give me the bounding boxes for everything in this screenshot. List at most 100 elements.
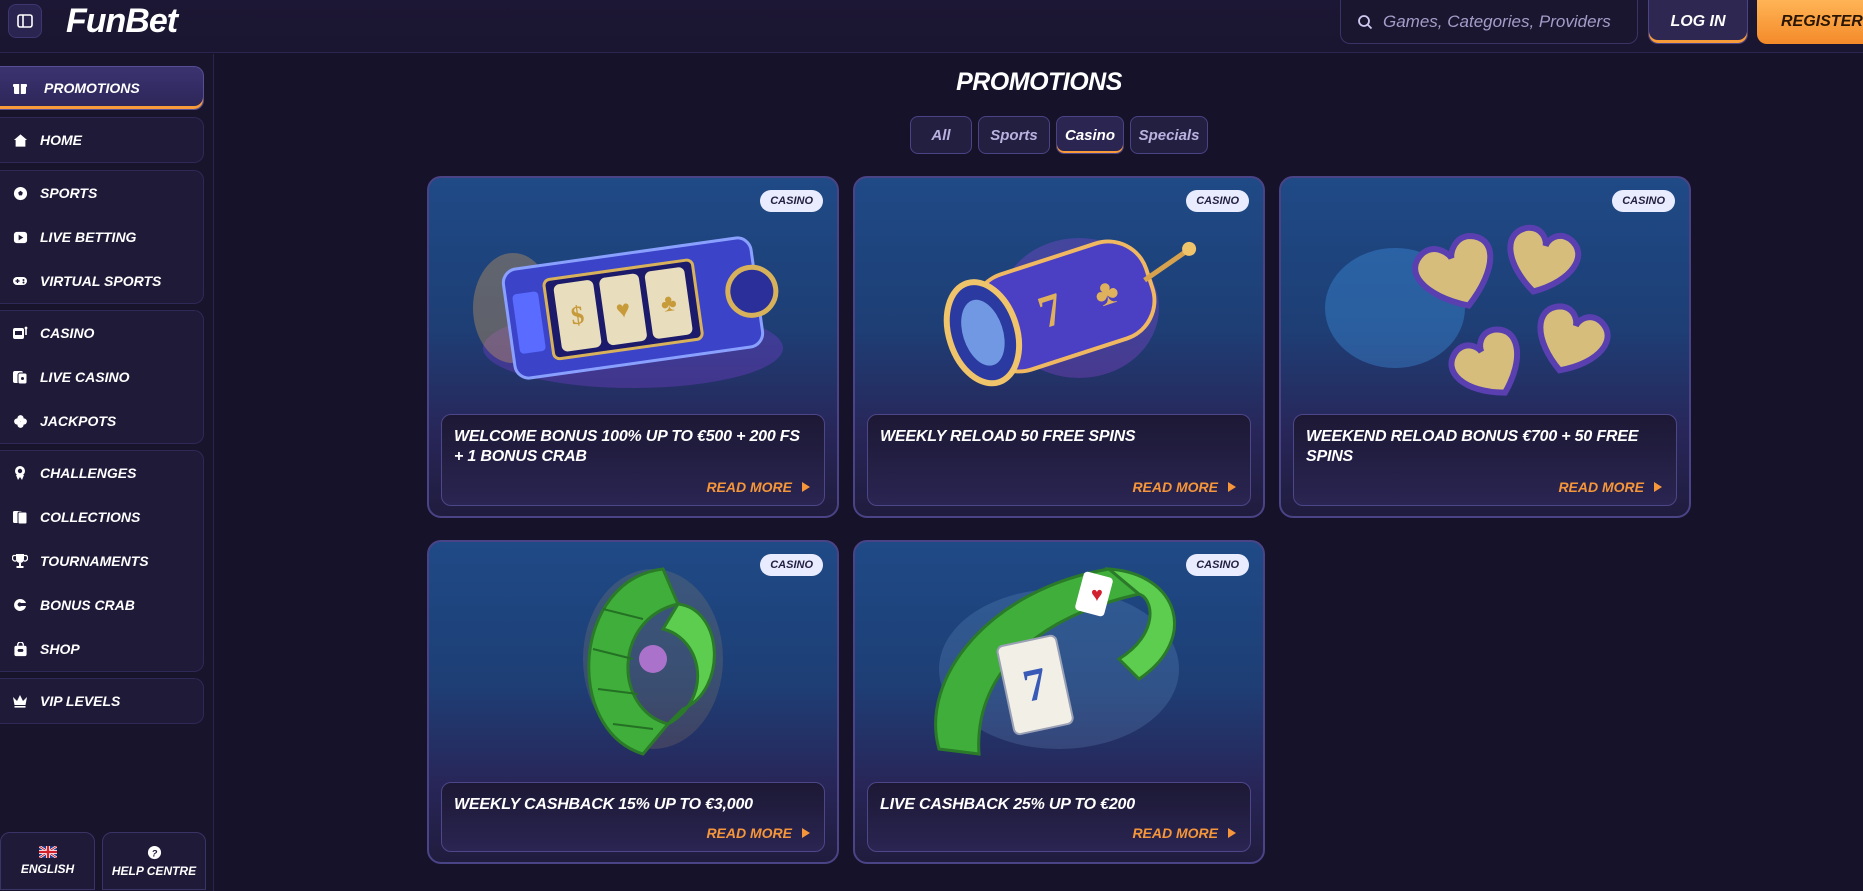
arrow-right-icon xyxy=(802,828,810,838)
trophy-icon xyxy=(12,553,28,569)
search-icon xyxy=(1358,14,1373,29)
gamepad-icon xyxy=(12,273,28,289)
promo-card[interactable]: 7 ♥ CASINO LIVE CASHBACK 25% UP TO €200 … xyxy=(853,540,1265,864)
promo-title: WEEKLY RELOAD 50 FREE SPINS xyxy=(880,428,1136,445)
sidebar-item-collections[interactable]: COLLECTIONS xyxy=(0,495,203,539)
read-more-link[interactable]: READ MORE xyxy=(1558,479,1662,495)
promo-card[interactable]: CASINO WEEKEND RELOAD BONUS €700 + 50 FR… xyxy=(1279,176,1691,518)
uk-flag-icon xyxy=(38,846,57,858)
promo-title: WEEKEND RELOAD BONUS €700 + 50 FREE SPIN… xyxy=(1306,428,1639,465)
crown-icon xyxy=(12,693,28,709)
home-icon xyxy=(12,132,28,148)
funbet-logo[interactable]: FunBet xyxy=(66,2,178,41)
sidebar-item-label: VIP LEVELS xyxy=(40,693,121,709)
promo-title: WEEKLY CASHBACK 15% UP TO €3,000 xyxy=(454,796,753,813)
read-more-link[interactable]: READ MORE xyxy=(1132,479,1236,495)
sidebar-item-promotions[interactable]: PROMOTIONS xyxy=(0,66,204,110)
sidebar-item-home[interactable]: HOME xyxy=(0,118,203,162)
sidebar-item-label: SHOP xyxy=(40,641,80,657)
sidebar-item-label: PROMOTIONS xyxy=(44,80,140,96)
read-more-link[interactable]: READ MORE xyxy=(1132,825,1236,841)
sidebar-item-label: CHALLENGES xyxy=(40,465,137,481)
sidebar-item-label: LIVE BETTING xyxy=(40,229,137,245)
tab-specials[interactable]: Specials xyxy=(1130,116,1208,154)
sidebar-item-jackpots[interactable]: JACKPOTS xyxy=(0,399,203,443)
nav-group-sports: SPORTS LIVE BETTING VIRTUAL SPORTS xyxy=(0,170,204,304)
svg-text:♥: ♥ xyxy=(1091,584,1103,606)
category-badge: CASINO xyxy=(760,554,823,576)
sidebar-item-label: CASINO xyxy=(40,325,95,341)
promo-image-spinning-reel: 7 ♣ xyxy=(855,178,1263,418)
read-more-label: READ MORE xyxy=(1132,825,1218,841)
sidebar-item-label: JACKPOTS xyxy=(40,413,117,429)
gift-icon xyxy=(13,84,27,94)
tab-sports[interactable]: Sports xyxy=(978,116,1050,154)
sidebar-item-casino[interactable]: CASINO xyxy=(0,311,203,355)
sidebar-item-vip-levels[interactable]: VIP LEVELS xyxy=(0,679,203,723)
search-input[interactable] xyxy=(1383,11,1623,32)
sidebar-item-label: SPORTS xyxy=(40,185,98,201)
read-more-label: READ MORE xyxy=(706,479,792,495)
nav-group-vip: VIP LEVELS xyxy=(0,678,204,724)
sidebar-item-label: VIRTUAL SPORTS xyxy=(40,273,162,289)
promo-card-body: WEEKLY CASHBACK 15% UP TO €3,000 READ MO… xyxy=(441,782,825,852)
sidebar-item-label: HOME xyxy=(40,132,82,148)
promo-image-cash-swirl xyxy=(429,542,837,776)
live-play-icon xyxy=(12,229,28,245)
sidebar: PROMOTIONS HOME SPORTS LIVE BETTING VIRT… xyxy=(0,54,214,891)
sidebar-item-shop[interactable]: SHOP xyxy=(0,627,203,671)
sidebar-item-live-casino[interactable]: LIVE CASINO xyxy=(0,355,203,399)
sidebar-item-label: TOURNAMENTS xyxy=(40,553,149,569)
sidebar-item-tournaments[interactable]: TOURNAMENTS xyxy=(0,539,203,583)
sidebar-item-sports[interactable]: SPORTS xyxy=(0,171,203,215)
read-more-label: READ MORE xyxy=(1132,479,1218,495)
read-more-label: READ MORE xyxy=(706,825,792,841)
sidebar-item-virtual-sports[interactable]: VIRTUAL SPORTS xyxy=(0,259,203,303)
read-more-link[interactable]: READ MORE xyxy=(706,479,810,495)
sidebar-item-label: LIVE CASINO xyxy=(40,369,130,385)
read-more-link[interactable]: READ MORE xyxy=(706,825,810,841)
register-button[interactable]: REGISTER xyxy=(1757,0,1863,44)
sidebar-item-bonus-crab[interactable]: BONUS CRAB xyxy=(0,583,203,627)
promo-card-body: WEEKLY RELOAD 50 FREE SPINS READ MORE xyxy=(867,414,1251,506)
promo-card[interactable]: CASINO WEEKLY CASHBACK 15% UP TO €3,000 … xyxy=(427,540,839,864)
sidebar-item-challenges[interactable]: CHALLENGES xyxy=(0,451,203,495)
language-label: ENGLISH xyxy=(20,862,75,876)
nav-group-rewards: CHALLENGES COLLECTIONS TOURNAMENTS BONUS… xyxy=(0,450,204,672)
arrow-right-icon xyxy=(1228,482,1236,492)
help-centre-button[interactable]: ? HELP CENTRE xyxy=(102,832,206,890)
promo-title: LIVE CASHBACK 25% UP TO €200 xyxy=(880,796,1135,813)
promo-card-body: WEEKEND RELOAD BONUS €700 + 50 FREE SPIN… xyxy=(1293,414,1677,506)
soccer-ball-icon xyxy=(12,185,28,201)
arrow-right-icon xyxy=(1228,828,1236,838)
tab-all[interactable]: All xyxy=(910,116,972,154)
search-box[interactable] xyxy=(1340,0,1638,44)
sidebar-item-label: COLLECTIONS xyxy=(40,509,141,525)
page-title: PROMOTIONS xyxy=(956,68,1122,96)
promo-image-hearts xyxy=(1281,178,1689,418)
read-more-label: READ MORE xyxy=(1558,479,1644,495)
main-content: PROMOTIONS All Sports Casino Specials $ … xyxy=(215,54,1863,891)
crab-icon xyxy=(12,597,28,613)
category-badge: CASINO xyxy=(1612,190,1675,212)
language-selector[interactable]: ENGLISH xyxy=(0,832,95,890)
promo-card-body: LIVE CASHBACK 25% UP TO €200 READ MORE xyxy=(867,782,1251,852)
category-badge: CASINO xyxy=(1186,190,1249,212)
promo-image-slot-machine: $ ♥ ♣ xyxy=(429,178,837,418)
login-button[interactable]: LOG IN xyxy=(1648,0,1748,44)
promo-title: WELCOME BONUS 100% UP TO €500 + 200 FS +… xyxy=(454,428,800,465)
arrow-right-icon xyxy=(1654,482,1662,492)
cards-icon xyxy=(12,509,28,525)
shop-bag-icon xyxy=(12,641,28,657)
help-label: HELP CENTRE xyxy=(111,863,197,878)
sidebar-item-live-betting[interactable]: LIVE BETTING xyxy=(0,215,203,259)
top-bar: FunBet LOG IN REGISTER xyxy=(0,0,1863,53)
medal-icon xyxy=(12,465,28,481)
sidebar-toggle-button[interactable] xyxy=(8,4,42,38)
promo-card[interactable]: 7 ♣ CASINO WEEKLY RELOAD 50 FREE SPINS R… xyxy=(853,176,1265,518)
promo-card[interactable]: $ ♥ ♣ CASINO WELCOME BONUS 100% UP TO €5… xyxy=(427,176,839,518)
help-icon: ? xyxy=(147,845,161,859)
tab-casino[interactable]: Casino xyxy=(1056,116,1124,154)
promo-card-body: WELCOME BONUS 100% UP TO €500 + 200 FS +… xyxy=(441,414,825,506)
category-badge: CASINO xyxy=(760,190,823,212)
